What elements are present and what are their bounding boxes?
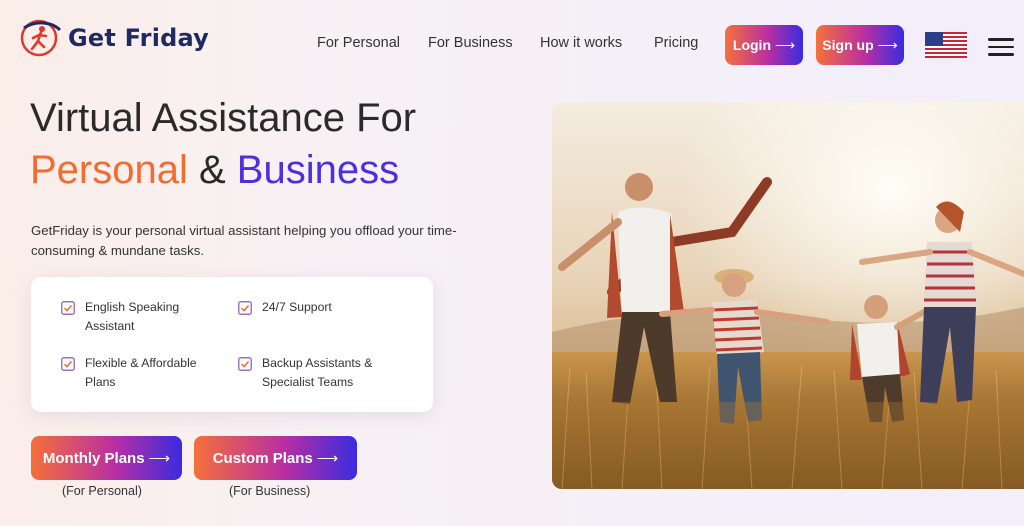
checkbox-check-icon (61, 357, 75, 371)
custom-plans-button[interactable]: Custom Plans ⟶ (194, 436, 357, 480)
hamburger-icon[interactable] (988, 38, 1014, 58)
hero-description: GetFriday is your personal virtual assis… (31, 223, 457, 258)
site-header: Get Friday For Personal For Business How… (0, 0, 1024, 90)
feature-item: Flexible & Affordable Plans (61, 354, 211, 392)
brand-name: Get Friday (68, 24, 210, 52)
nav-for-personal[interactable]: For Personal (317, 35, 400, 51)
feature-item: 24/7 Support (238, 298, 418, 317)
brand-logo[interactable]: Get Friday (18, 16, 209, 60)
feature-label: Flexible & Affordable Plans (85, 356, 197, 389)
monthly-plans-subtitle: (For Personal) (62, 484, 142, 498)
checkbox-check-icon (61, 301, 75, 315)
monthly-plans-button[interactable]: Monthly Plans ⟶ (31, 436, 182, 480)
hero-line1: Virtual Assistance For (30, 96, 417, 140)
nav-how-it-works[interactable]: How it works (540, 35, 622, 51)
feature-item: English Speaking Assistant (61, 298, 211, 336)
checkbox-check-icon (238, 301, 252, 315)
feature-label: 24/7 Support (262, 300, 332, 314)
running-person-logo-icon (20, 19, 62, 57)
feature-label: Backup Assistants & Specialist Teams (262, 356, 373, 389)
arrow-right-icon: ⟶ (316, 450, 339, 467)
arrow-right-icon: ⟶ (877, 36, 898, 53)
custom-plans-label: Custom Plans (212, 449, 313, 467)
feature-item: Backup Assistants & Specialist Teams (238, 354, 423, 392)
hero-ampersand: & (187, 148, 237, 192)
login-button[interactable]: Login ⟶ (725, 25, 803, 65)
signup-button[interactable]: Sign up ⟶ (816, 25, 904, 65)
hero-family-photo (552, 102, 1024, 489)
features-card: English Speaking Assistant 24/7 Support … (31, 277, 433, 412)
hero-word-personal: Personal (30, 148, 188, 192)
signup-label: Sign up (822, 37, 874, 53)
arrow-right-icon: ⟶ (148, 450, 171, 467)
feature-label: English Speaking Assistant (85, 300, 180, 333)
custom-plans-subtitle: (For Business) (229, 484, 311, 498)
arrow-right-icon: ⟶ (775, 36, 796, 53)
checkbox-check-icon (238, 357, 252, 371)
monthly-plans-label: Monthly Plans (42, 449, 145, 467)
login-label: Login (732, 37, 772, 53)
nav-pricing[interactable]: Pricing (654, 35, 698, 51)
hero-word-business: Business (236, 148, 400, 192)
us-flag-icon[interactable] (925, 32, 967, 58)
nav-for-business[interactable]: For Business (428, 35, 513, 51)
hero-heading: Virtual Assistance For Personal & Busine… (30, 92, 416, 196)
